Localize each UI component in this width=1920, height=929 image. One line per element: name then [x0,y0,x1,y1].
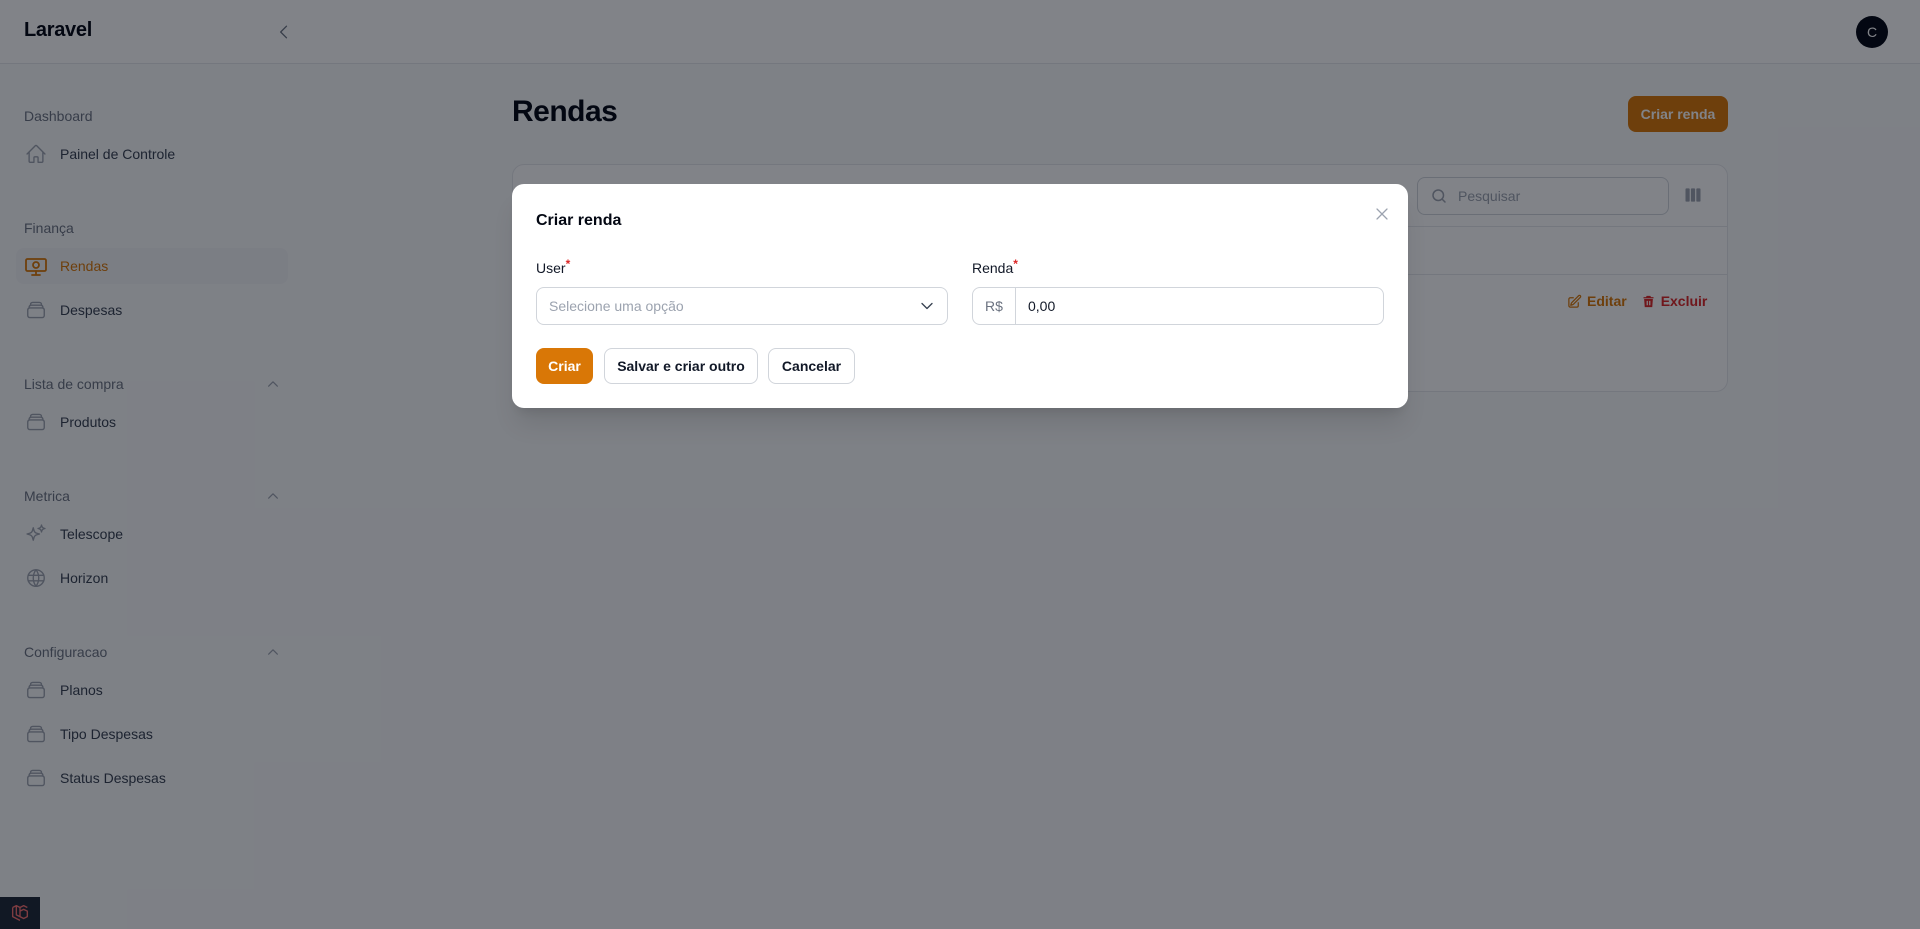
save-and-create-another-button[interactable]: Salvar e criar outro [604,348,758,384]
modal-close-button[interactable] [1370,202,1394,226]
modal-backdrop[interactable] [0,0,1920,929]
required-marker: * [1013,257,1018,271]
modal-title: Criar renda [536,212,622,229]
renda-input[interactable] [1016,288,1376,324]
required-marker: * [565,257,571,271]
chevron-down-icon [921,302,933,310]
renda-field-label: Renda* [972,257,1018,276]
user-select-placeholder: Selecione uma opção [549,298,684,314]
renda-money-field: R$ [972,287,1384,325]
criar-button[interactable]: Criar [536,348,593,384]
user-field-label: User* [536,257,571,276]
create-renda-modal: Criar renda User* Selecione uma opção Re… [512,184,1408,408]
currency-prefix: R$ [973,288,1016,324]
cancel-button[interactable]: Cancelar [768,348,855,384]
close-icon [1376,208,1388,220]
user-select[interactable]: Selecione uma opção [536,287,948,325]
